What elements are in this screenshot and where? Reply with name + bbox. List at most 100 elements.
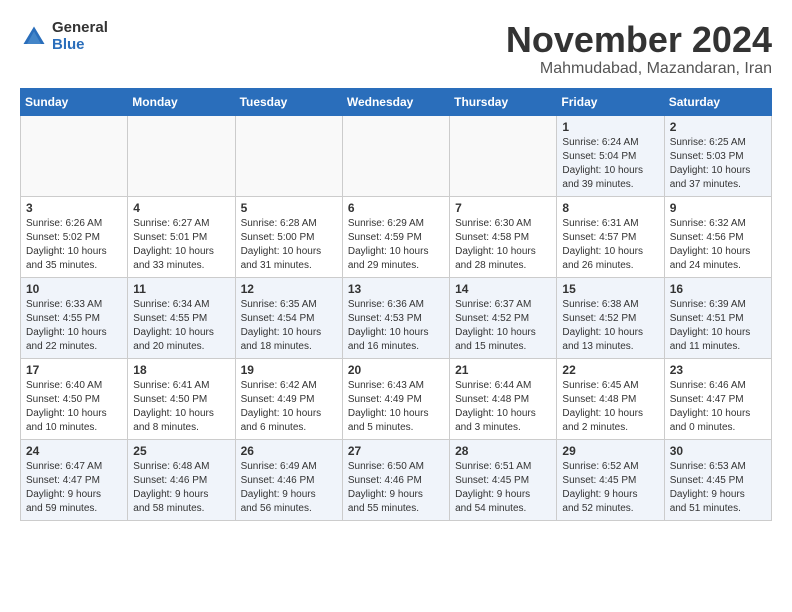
day-number: 11: [133, 282, 229, 296]
day-number: 5: [241, 201, 337, 215]
calendar-cell: 29 Sunrise: 6:52 AM Sunset: 4:45 PM Dayli…: [557, 439, 664, 520]
day-number: 4: [133, 201, 229, 215]
calendar-cell: [235, 115, 342, 196]
calendar-body: 1 Sunrise: 6:24 AM Sunset: 5:04 PM Daylig…: [21, 115, 772, 520]
location: Mahmudabad, Mazandaran, Iran: [506, 60, 772, 78]
calendar-cell: 14 Sunrise: 6:37 AM Sunset: 4:52 PM Dayli…: [450, 277, 557, 358]
day-header-tuesday: Tuesday: [235, 88, 342, 115]
day-number: 2: [670, 120, 766, 134]
day-info: Sunrise: 6:24 AM Sunset: 5:04 PM Dayligh…: [562, 136, 658, 192]
logo-general: General: [52, 20, 108, 37]
day-header-thursday: Thursday: [450, 88, 557, 115]
day-number: 10: [26, 282, 122, 296]
day-number: 14: [455, 282, 551, 296]
day-number: 16: [670, 282, 766, 296]
day-number: 12: [241, 282, 337, 296]
calendar-cell: 10 Sunrise: 6:33 AM Sunset: 4:55 PM Dayli…: [21, 277, 128, 358]
day-number: 1: [562, 120, 658, 134]
day-header-sunday: Sunday: [21, 88, 128, 115]
day-number: 6: [348, 201, 444, 215]
day-number: 29: [562, 444, 658, 458]
calendar-cell: 21Sunrise: 6:44 AM Sunset: 4:48 PM Dayli…: [450, 358, 557, 439]
day-info: Sunrise: 6:25 AM Sunset: 5:03 PM Dayligh…: [670, 136, 766, 192]
day-number: 17: [26, 363, 122, 377]
day-info: Sunrise: 6:33 AM Sunset: 4:55 PM Dayligh…: [26, 298, 122, 354]
day-number: 23: [670, 363, 766, 377]
day-info: Sunrise: 6:48 AM Sunset: 4:46 PM Dayligh…: [133, 460, 229, 516]
day-info: Sunrise: 6:32 AM Sunset: 4:56 PM Dayligh…: [670, 217, 766, 273]
day-number: 26: [241, 444, 337, 458]
day-info: Sunrise: 6:35 AM Sunset: 4:54 PM Dayligh…: [241, 298, 337, 354]
day-info: Sunrise: 6:49 AM Sunset: 4:46 PM Dayligh…: [241, 460, 337, 516]
title-block: November 2024 Mahmudabad, Mazandaran, Ir…: [506, 20, 772, 78]
calendar-cell: 11 Sunrise: 6:34 AM Sunset: 4:55 PM Dayli…: [128, 277, 235, 358]
logo-text: General Blue: [52, 20, 108, 53]
calendar-cell: 1 Sunrise: 6:24 AM Sunset: 5:04 PM Daylig…: [557, 115, 664, 196]
calendar-cell: 2 Sunrise: 6:25 AM Sunset: 5:03 PM Daylig…: [664, 115, 771, 196]
calendar-cell: 6Sunrise: 6:29 AM Sunset: 4:59 PM Daylig…: [342, 196, 449, 277]
calendar-cell: 24 Sunrise: 6:47 AM Sunset: 4:47 PM Dayli…: [21, 439, 128, 520]
calendar-cell: 8Sunrise: 6:31 AM Sunset: 4:57 PM Daylig…: [557, 196, 664, 277]
logo: General Blue: [20, 20, 108, 53]
calendar-cell: 23 Sunrise: 6:46 AM Sunset: 4:47 PM Dayli…: [664, 358, 771, 439]
calendar-cell: 25 Sunrise: 6:48 AM Sunset: 4:46 PM Dayli…: [128, 439, 235, 520]
day-info: Sunrise: 6:30 AM Sunset: 4:58 PM Dayligh…: [455, 217, 551, 273]
calendar-cell: [128, 115, 235, 196]
calendar-cell: 7Sunrise: 6:30 AM Sunset: 4:58 PM Daylig…: [450, 196, 557, 277]
calendar-cell: 12 Sunrise: 6:35 AM Sunset: 4:54 PM Dayli…: [235, 277, 342, 358]
calendar-cell: 13 Sunrise: 6:36 AM Sunset: 4:53 PM Dayli…: [342, 277, 449, 358]
logo-blue: Blue: [52, 37, 108, 54]
day-info: Sunrise: 6:41 AM Sunset: 4:50 PM Dayligh…: [133, 379, 229, 435]
day-info: Sunrise: 6:38 AM Sunset: 4:52 PM Dayligh…: [562, 298, 658, 354]
page-header: General Blue November 2024 Mahmudabad, M…: [20, 20, 772, 78]
calendar-cell: 16 Sunrise: 6:39 AM Sunset: 4:51 PM Dayli…: [664, 277, 771, 358]
day-number: 27: [348, 444, 444, 458]
calendar-week-5: 24 Sunrise: 6:47 AM Sunset: 4:47 PM Dayli…: [21, 439, 772, 520]
day-info: Sunrise: 6:50 AM Sunset: 4:46 PM Dayligh…: [348, 460, 444, 516]
calendar-week-4: 17Sunrise: 6:40 AM Sunset: 4:50 PM Dayli…: [21, 358, 772, 439]
day-info: Sunrise: 6:37 AM Sunset: 4:52 PM Dayligh…: [455, 298, 551, 354]
calendar-cell: 20 Sunrise: 6:43 AM Sunset: 4:49 PM Dayli…: [342, 358, 449, 439]
calendar-table: SundayMondayTuesdayWednesdayThursdayFrid…: [20, 88, 772, 521]
day-header-monday: Monday: [128, 88, 235, 115]
calendar-cell: 9Sunrise: 6:32 AM Sunset: 4:56 PM Daylig…: [664, 196, 771, 277]
day-number: 20: [348, 363, 444, 377]
day-info: Sunrise: 6:27 AM Sunset: 5:01 PM Dayligh…: [133, 217, 229, 273]
day-number: 8: [562, 201, 658, 215]
calendar-cell: 22 Sunrise: 6:45 AM Sunset: 4:48 PM Dayli…: [557, 358, 664, 439]
day-number: 19: [241, 363, 337, 377]
calendar-cell: [342, 115, 449, 196]
day-info: Sunrise: 6:47 AM Sunset: 4:47 PM Dayligh…: [26, 460, 122, 516]
month-title: November 2024: [506, 20, 772, 60]
day-info: Sunrise: 6:36 AM Sunset: 4:53 PM Dayligh…: [348, 298, 444, 354]
day-number: 21: [455, 363, 551, 377]
calendar-cell: 18 Sunrise: 6:41 AM Sunset: 4:50 PM Dayli…: [128, 358, 235, 439]
day-number: 25: [133, 444, 229, 458]
calendar-week-3: 10 Sunrise: 6:33 AM Sunset: 4:55 PM Dayli…: [21, 277, 772, 358]
calendar-cell: [21, 115, 128, 196]
day-info: Sunrise: 6:52 AM Sunset: 4:45 PM Dayligh…: [562, 460, 658, 516]
day-number: 28: [455, 444, 551, 458]
day-info: Sunrise: 6:28 AM Sunset: 5:00 PM Dayligh…: [241, 217, 337, 273]
day-info: Sunrise: 6:43 AM Sunset: 4:49 PM Dayligh…: [348, 379, 444, 435]
calendar-cell: [450, 115, 557, 196]
day-info: Sunrise: 6:46 AM Sunset: 4:47 PM Dayligh…: [670, 379, 766, 435]
calendar-cell: 5 Sunrise: 6:28 AM Sunset: 5:00 PM Daylig…: [235, 196, 342, 277]
day-number: 30: [670, 444, 766, 458]
day-number: 22: [562, 363, 658, 377]
day-header-friday: Friday: [557, 88, 664, 115]
calendar-cell: 19Sunrise: 6:42 AM Sunset: 4:49 PM Dayli…: [235, 358, 342, 439]
day-info: Sunrise: 6:45 AM Sunset: 4:48 PM Dayligh…: [562, 379, 658, 435]
day-header-wednesday: Wednesday: [342, 88, 449, 115]
calendar-cell: 28Sunrise: 6:51 AM Sunset: 4:45 PM Dayli…: [450, 439, 557, 520]
calendar-cell: 15Sunrise: 6:38 AM Sunset: 4:52 PM Dayli…: [557, 277, 664, 358]
day-info: Sunrise: 6:53 AM Sunset: 4:45 PM Dayligh…: [670, 460, 766, 516]
calendar-cell: 27 Sunrise: 6:50 AM Sunset: 4:46 PM Dayli…: [342, 439, 449, 520]
day-info: Sunrise: 6:39 AM Sunset: 4:51 PM Dayligh…: [670, 298, 766, 354]
day-info: Sunrise: 6:34 AM Sunset: 4:55 PM Dayligh…: [133, 298, 229, 354]
day-number: 18: [133, 363, 229, 377]
day-number: 24: [26, 444, 122, 458]
day-number: 13: [348, 282, 444, 296]
calendar-week-2: 3Sunrise: 6:26 AM Sunset: 5:02 PM Daylig…: [21, 196, 772, 277]
calendar-header-row: SundayMondayTuesdayWednesdayThursdayFrid…: [21, 88, 772, 115]
